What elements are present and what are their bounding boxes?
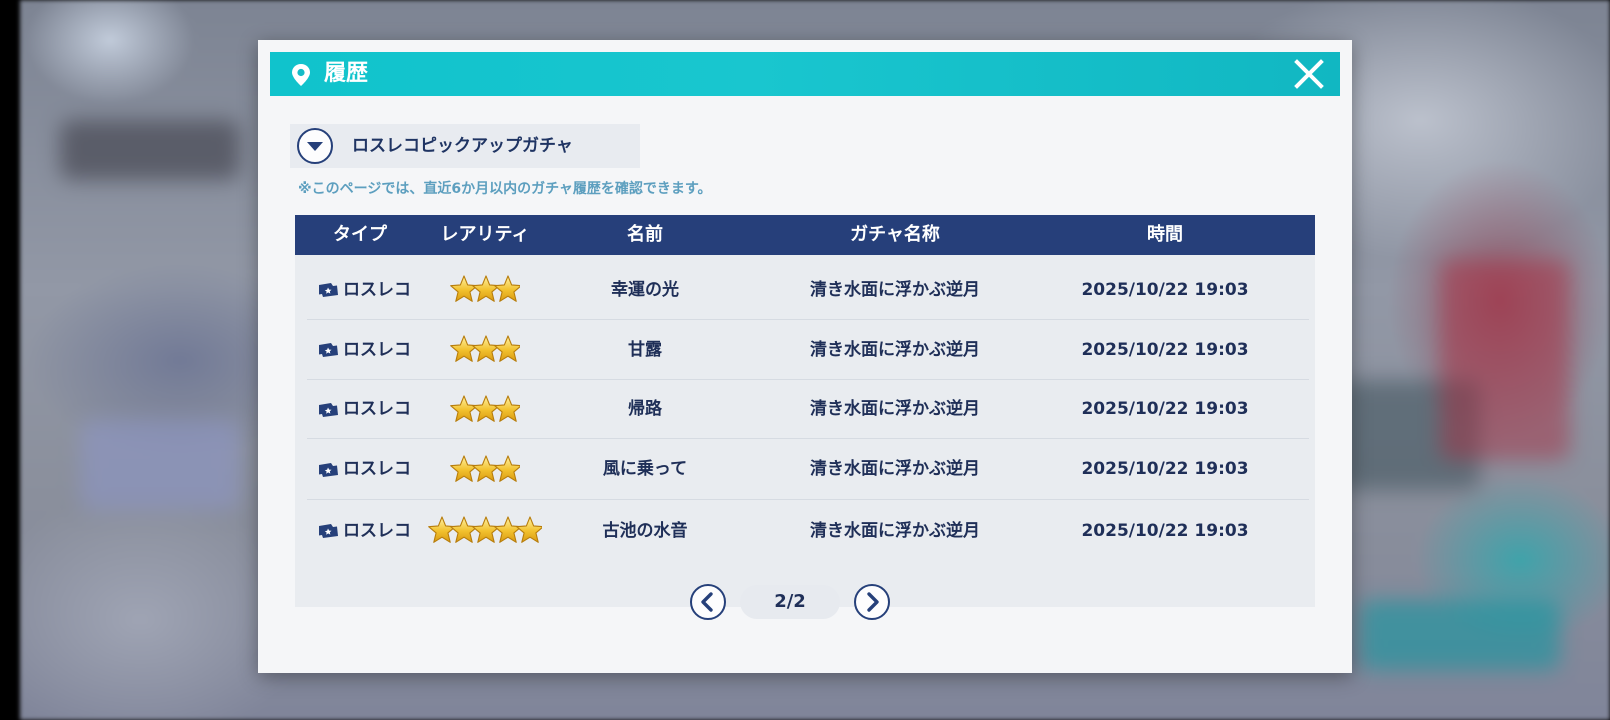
star-icon: [450, 394, 478, 422]
ticket-icon: [319, 524, 338, 538]
type-cell: ロスレコ: [315, 500, 435, 562]
table-row: ロスレコ 古池の水音 清き水面に浮かぶ逆月 2025/10/22 19:03: [295, 500, 1315, 562]
page-indicator: 2/2: [740, 585, 840, 619]
game-screen: 履歴 ロスレコピックアップガチャ ※このページでは、直近6か月以内のガチャ履歴を…: [0, 0, 1610, 720]
gacha-name-cell: 清き水面に浮かぶ逆月: [810, 521, 980, 541]
item-name-cell: 風に乗って: [602, 459, 688, 479]
location-pin-icon: [292, 64, 310, 86]
star-icon: [472, 275, 500, 302]
gacha-name-cell: 清き水面に浮かぶ逆月: [810, 459, 980, 479]
star-icon: [494, 454, 520, 482]
item-name-cell: 幸運の光: [611, 280, 679, 300]
star-icon: [450, 275, 478, 302]
type-label: ロスレコ: [343, 399, 411, 419]
star-icon: [450, 516, 478, 543]
rarity-stars: [428, 515, 542, 547]
dropdown-selected-label: ロスレコピックアップガチャ: [352, 136, 573, 156]
dialog-title: 履歴: [324, 61, 369, 86]
gacha-type-dropdown[interactable]: ロスレコピックアップガチャ: [290, 124, 640, 168]
time-cell: 2025/10/22 19:03: [1081, 399, 1249, 419]
star-icon: [472, 394, 500, 422]
type-cell: ロスレコ: [315, 380, 435, 439]
star-icon: [516, 516, 542, 543]
chevron-right-icon: [867, 592, 879, 612]
star-icon: [494, 516, 522, 543]
ticket-icon: [319, 283, 338, 297]
time-cell: 2025/10/22 19:03: [1081, 521, 1249, 541]
dropdown-toggle-button[interactable]: [297, 128, 333, 164]
star-icon: [472, 516, 500, 543]
star-icon: [494, 394, 520, 422]
ticket-icon: [319, 402, 338, 417]
column-header-gacha-name: ガチャ名称: [850, 224, 940, 245]
time-cell: 2025/10/22 19:03: [1081, 280, 1249, 300]
type-label: ロスレコ: [343, 521, 411, 541]
type-cell: ロスレコ: [315, 439, 435, 500]
column-header-type: タイプ: [333, 224, 387, 245]
rarity-stars: [450, 334, 520, 366]
gacha-name-cell: 清き水面に浮かぶ逆月: [810, 399, 980, 419]
rarity-stars: [450, 454, 520, 486]
pagination: 2/2: [690, 582, 890, 622]
history-dialog: 履歴 ロスレコピックアップガチャ ※このページでは、直近6か月以内のガチャ履歴を…: [258, 40, 1352, 673]
star-icon: [450, 454, 478, 482]
type-label: ロスレコ: [343, 340, 411, 360]
ticket-icon: [319, 462, 338, 477]
chevron-down-icon: [307, 142, 323, 151]
gacha-name-cell: 清き水面に浮かぶ逆月: [810, 280, 980, 300]
time-cell: 2025/10/22 19:03: [1081, 459, 1249, 479]
table-header: タイプ レアリティ 名前 ガチャ名称 時間: [295, 215, 1315, 255]
rarity-stars: [450, 274, 520, 306]
history-notice-text: ※このページでは、直近6か月以内のガチャ履歴を確認できます。: [298, 181, 712, 197]
next-page-button[interactable]: [854, 584, 890, 620]
time-cell: 2025/10/22 19:03: [1081, 340, 1249, 360]
type-cell: ロスレコ: [315, 320, 435, 380]
item-name-cell: 甘露: [628, 340, 662, 360]
star-icon: [428, 516, 456, 543]
history-table: タイプ レアリティ 名前 ガチャ名称 時間 ロスレコ 幸運の光 清き水面に浮かぶ逆月…: [295, 215, 1315, 607]
column-header-rarity: レアリティ: [440, 224, 530, 245]
star-icon: [494, 335, 520, 362]
type-label: ロスレコ: [343, 280, 411, 300]
star-icon: [472, 335, 500, 362]
star-icon: [472, 454, 500, 482]
table-row: ロスレコ 甘露 清き水面に浮かぶ逆月 2025/10/22 19:03: [295, 320, 1315, 380]
column-header-time: 時間: [1147, 224, 1183, 245]
item-name-cell: 古池の水音: [602, 521, 688, 541]
gacha-name-cell: 清き水面に浮かぶ逆月: [810, 340, 980, 360]
close-icon[interactable]: [1292, 57, 1326, 91]
type-cell: ロスレコ: [315, 260, 435, 320]
chevron-left-icon: [701, 592, 713, 612]
prev-page-button[interactable]: [690, 584, 726, 620]
table-row: ロスレコ 帰路 清き水面に浮かぶ逆月 2025/10/22 19:03: [295, 380, 1315, 439]
star-icon: [494, 275, 520, 302]
dialog-header: 履歴: [270, 52, 1340, 96]
rarity-stars: [450, 394, 520, 426]
table-row: ロスレコ 風に乗って 清き水面に浮かぶ逆月 2025/10/22 19:03: [295, 439, 1315, 500]
table-row: ロスレコ 幸運の光 清き水面に浮かぶ逆月 2025/10/22 19:03: [295, 260, 1315, 320]
column-header-name: 名前: [627, 224, 663, 245]
ticket-icon: [319, 343, 338, 357]
star-icon: [450, 335, 478, 362]
type-label: ロスレコ: [343, 459, 411, 479]
item-name-cell: 帰路: [628, 399, 662, 419]
